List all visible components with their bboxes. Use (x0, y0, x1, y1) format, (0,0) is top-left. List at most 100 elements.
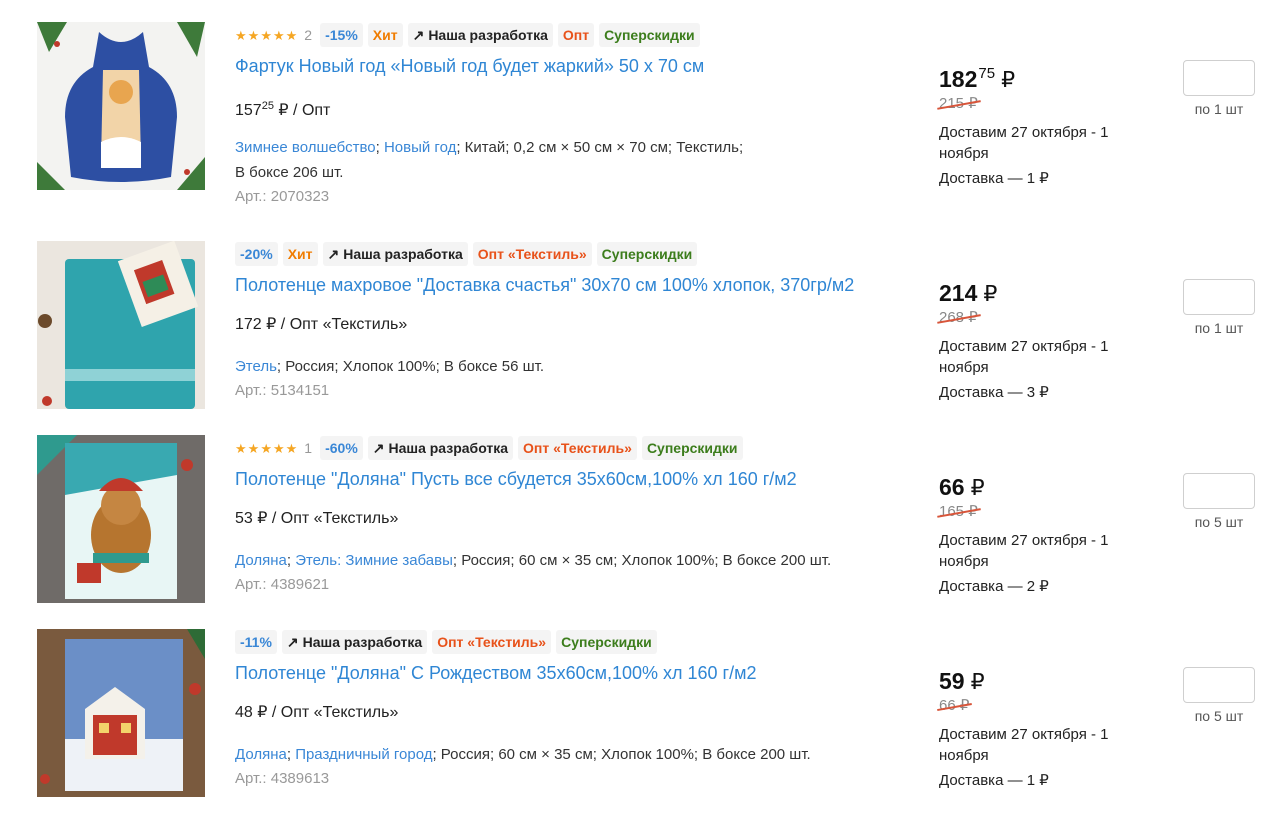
property-link[interactable]: Доляна (235, 746, 287, 763)
arrow-icon: ↗ (372, 440, 385, 456)
discount-badge: -15% (320, 23, 363, 47)
wholesale-price: 48 ₽ / Опт «Текстиль» (235, 704, 399, 721)
product-info: ★ ★ ★ ★ ★ 1 -60% ↗ Наша разработка Опт «Текст… (235, 435, 915, 597)
property-link[interactable]: Этель (235, 358, 277, 375)
hit-badge: Хит (282, 242, 318, 266)
property-link[interactable]: Новый год (384, 139, 456, 156)
opt-badge: Опт «Текстиль» (518, 436, 637, 460)
price-box: 59 ₽ 66 ₽ Доставим 27 октября - 1 ноября … (939, 667, 1159, 791)
old-price: 66 ₽ (939, 697, 970, 714)
wholesale-price: 53 ₽ / Опт «Текстиль» (235, 510, 399, 527)
property-link[interactable]: Зимнее волшебство (235, 139, 376, 156)
delivery-cost: Доставка — 1 ₽ (939, 772, 1049, 789)
hit-badge: Хит (367, 23, 403, 47)
price-box: 66 ₽ 165 ₽ Доставим 27 октября - 1 ноября… (939, 473, 1159, 597)
quantity-control: по 5 шт (1183, 473, 1255, 531)
star-icon: ★ (235, 27, 247, 43)
badges-row: -11% ↗ Наша разработка Опт «Текстиль» Суп… (235, 629, 915, 655)
star-icon: ★ (272, 440, 285, 456)
quantity-input[interactable] (1183, 279, 1255, 315)
star-icon: ★ (247, 440, 260, 456)
product-title-link[interactable]: Фартук Новый год «Новый год будет жаркий… (235, 54, 915, 78)
article-number: Арт.: 4389621 (235, 576, 330, 593)
price: 214 ₽ (939, 280, 998, 306)
product-card: -20% Хит ↗ Наша разработка Опт «Текстиль»… (0, 241, 1280, 435)
super-discount-badge: Суперскидки (599, 23, 700, 47)
delivery-date: Доставим 27 октября - 1 ноября (939, 726, 1109, 764)
article-number: Арт.: 5134151 (235, 382, 330, 399)
star-icon: ★ (260, 440, 272, 456)
discount-badge: -60% (320, 436, 363, 460)
product-properties: Доляна; Этель: Зимние забавы; Россия; 60… (235, 552, 832, 569)
quantity-control: по 5 шт (1183, 667, 1255, 725)
delivery-cost: Доставка — 3 ₽ (939, 384, 1049, 401)
product-title-link[interactable]: Полотенце "Доляна" Пусть все сбудется 35… (235, 467, 915, 491)
opt-badge: Опт «Текстиль» (432, 630, 552, 654)
super-discount-badge: Суперскидки (641, 436, 743, 460)
star-icon: ★ (247, 27, 260, 43)
super-discount-badge: Суперскидки (596, 242, 698, 266)
product-card: -11% ↗ Наша разработка Опт «Текстиль» Суп… (0, 629, 1280, 820)
christmas-towel-image[interactable] (37, 629, 205, 797)
product-card: ★ ★ ★ ★ ★ 1 -60% ↗ Наша разработка Опт «Текст… (0, 435, 1280, 629)
product-info: ★ ★ ★ ★ ★ 2 -15% Хит ↗ Наша разработка Опт Су… (235, 22, 915, 209)
quantity-control: по 1 шт (1183, 60, 1255, 118)
product-properties: Доляна; Праздничный город; Россия; 60 см… (235, 746, 811, 763)
delivery-date: Доставим 27 октября - 1 ноября (939, 532, 1109, 570)
own-development-badge: ↗ Наша разработка (367, 436, 514, 460)
property-link[interactable]: Этель: Зимние забавы (295, 552, 453, 569)
product-card: ★ ★ ★ ★ ★ 2 -15% Хит ↗ Наша разработка Опт Су… (0, 22, 1280, 216)
opt-badge: Опт «Текстиль» (472, 242, 592, 266)
old-price: 215 ₽ (939, 95, 978, 112)
article-number: Арт.: 4389613 (235, 770, 330, 787)
badges-row: -20% Хит ↗ Наша разработка Опт «Текстиль»… (235, 241, 915, 267)
product-properties: Зимнее волшебство; Новый год; Китай; 0,2… (235, 139, 744, 181)
badges-row: ★ ★ ★ ★ ★ 2 -15% Хит ↗ Наша разработка Опт Су… (235, 22, 915, 48)
towel-image[interactable] (37, 241, 205, 409)
price: 59 ₽ (939, 668, 985, 694)
product-title-link[interactable]: Полотенце махровое "Доставка счастья" 30… (235, 273, 915, 297)
discount-badge: -11% (235, 630, 277, 654)
quantity-input[interactable] (1183, 60, 1255, 96)
delivery-cost: Доставка — 2 ₽ (939, 578, 1049, 595)
article-number: Арт.: 2070323 (235, 188, 330, 205)
star-icon: ★ (235, 440, 247, 456)
old-price: 268 ₽ (939, 309, 978, 326)
arrow-icon: ↗ (327, 246, 340, 262)
product-properties: Этель; Россия; Хлопок 100%; В боксе 56 ш… (235, 358, 545, 375)
property-link[interactable]: Праздничный город (295, 746, 432, 763)
star-icon: ★ (285, 440, 298, 456)
wholesale-price: 172 ₽ / Опт «Текстиль» (235, 316, 408, 333)
price: 18275 ₽ (939, 65, 1016, 92)
star-icon: ★ (285, 27, 298, 43)
star-icon: ★ (272, 27, 285, 43)
delivery-cost: Доставка — 1 ₽ (939, 170, 1049, 187)
apron-image[interactable] (37, 22, 205, 190)
bear-towel-image[interactable] (37, 435, 205, 603)
badges-row: ★ ★ ★ ★ ★ 1 -60% ↗ Наша разработка Опт «Текст… (235, 435, 915, 461)
super-discount-badge: Суперскидки (556, 630, 657, 654)
own-development-badge: ↗ Наша разработка (322, 242, 468, 266)
price-box: 18275 ₽ 215 ₽ Доставим 27 октября - 1 ноя… (939, 60, 1159, 189)
property-link[interactable]: Доляна (235, 552, 287, 569)
rating-count: 1 (304, 440, 313, 456)
price: 66 ₽ (939, 474, 985, 500)
quantity-input[interactable] (1183, 473, 1255, 509)
star-icon: ★ (260, 27, 272, 43)
quantity-step: по 5 шт (1194, 708, 1244, 724)
quantity-step: по 5 шт (1194, 514, 1244, 530)
quantity-input[interactable] (1183, 667, 1255, 703)
old-price: 165 ₽ (939, 503, 978, 520)
quantity-step: по 1 шт (1194, 320, 1244, 336)
quantity-control: по 1 шт (1183, 279, 1255, 337)
rating-count: 2 (304, 27, 313, 43)
own-development-badge: ↗ Наша разработка (281, 630, 428, 654)
arrow-icon: ↗ (286, 634, 299, 650)
product-title-link[interactable]: Полотенце "Доляна" С Рождеством 35х60см,… (235, 661, 915, 685)
delivery-date: Доставим 27 октября - 1 ноября (939, 338, 1109, 376)
rating[interactable]: ★ ★ ★ ★ ★ 2 (235, 27, 312, 43)
delivery-date: Доставим 27 октября - 1 ноября (939, 124, 1109, 162)
arrow-icon: ↗ (412, 27, 425, 43)
product-info: -11% ↗ Наша разработка Опт «Текстиль» Суп… (235, 629, 915, 791)
rating[interactable]: ★ ★ ★ ★ ★ 1 (235, 440, 312, 456)
